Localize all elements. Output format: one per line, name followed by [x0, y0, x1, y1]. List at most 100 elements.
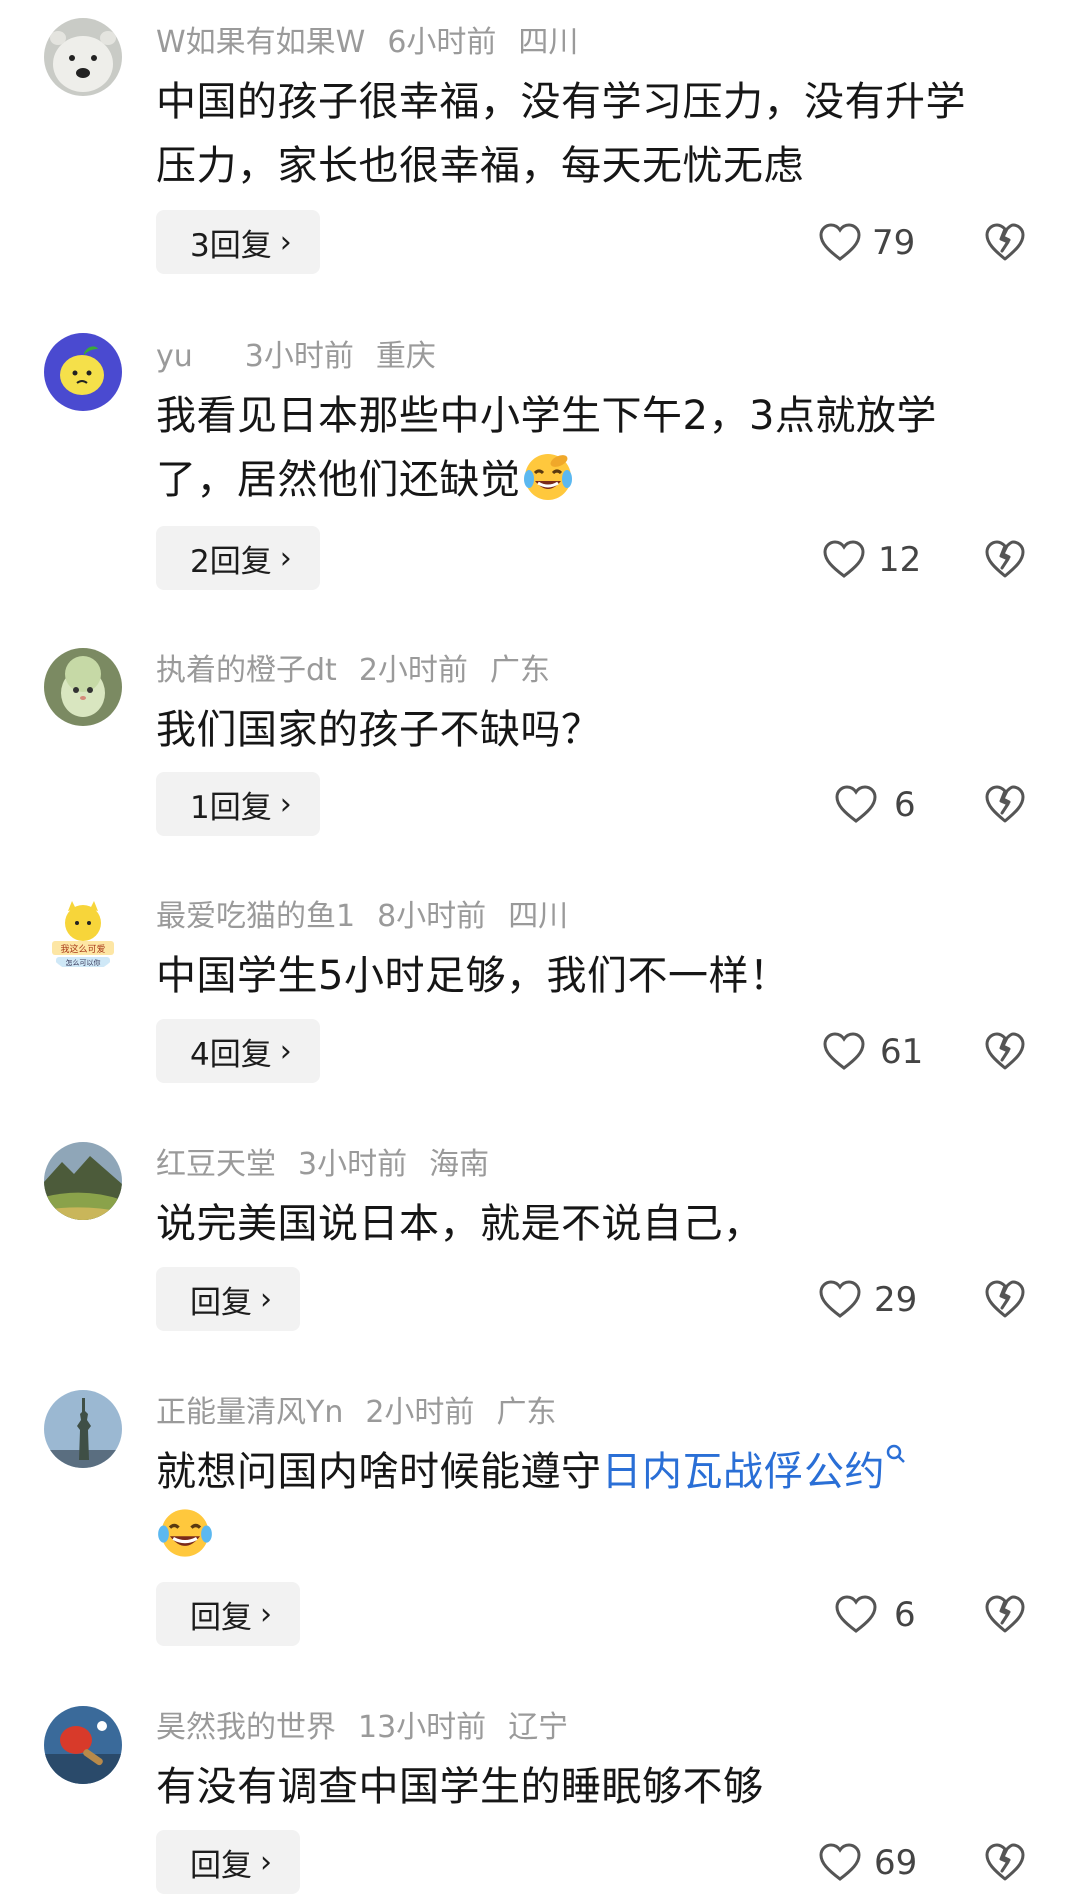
- like-count: 6: [894, 785, 916, 825]
- comment-meta: 正能量清风Yn 2小时前 广东: [156, 1398, 578, 1428]
- replies-button[interactable]: 回复 ›: [156, 1582, 300, 1646]
- replies-label: 2回复: [190, 543, 272, 580]
- chevron-right-icon: ›: [279, 1033, 292, 1069]
- comment-line: 压力，家长也很幸福，每天无忧无虑: [156, 143, 804, 189]
- username[interactable]: 昊然我的世界: [156, 1710, 336, 1745]
- username[interactable]: 最爱吃猫的鱼1: [156, 899, 355, 934]
- replies-label: 回复: [190, 1599, 252, 1636]
- heart-icon[interactable]: [818, 1842, 862, 1882]
- replies-label: 回复: [190, 1284, 252, 1321]
- comment-location: 四川: [518, 25, 579, 60]
- comment-location: 广东: [496, 1395, 557, 1430]
- comment-text: 我们国家的孩子不缺吗？: [156, 698, 1056, 762]
- comment-line: 就想问国内啥时候能遵守日内瓦战俘公约: [156, 1440, 1056, 1504]
- replies-button[interactable]: 1回复 ›: [156, 772, 320, 836]
- like-count: 69: [874, 1843, 918, 1883]
- replies-label: 4回复: [190, 1036, 272, 1073]
- replies-label: 1回复: [190, 789, 272, 826]
- comment-location: 重庆: [375, 339, 436, 374]
- username[interactable]: W如果有如果W: [156, 25, 365, 60]
- dislike-broken-heart-icon[interactable]: [984, 1031, 1026, 1071]
- like-count: 12: [878, 540, 922, 580]
- avatar-sticker-text: 我这么可爱: [60, 943, 105, 955]
- like-count: 61: [880, 1032, 924, 1072]
- comment-meta: 昊然我的世界 13小时前 辽宁: [156, 1713, 590, 1743]
- chevron-right-icon: ›: [260, 1844, 272, 1880]
- laughing-tears-emoji-icon: [158, 1509, 212, 1557]
- comment-time: 8小时前: [377, 899, 487, 934]
- comment-line-text: 就想问国内啥时候能遵守: [156, 1449, 602, 1495]
- like-count: 79: [872, 223, 916, 263]
- comment-text: 中国的孩子很幸福，没有学习压力，没有升学 压力，家长也很幸福，每天无忧无虑: [156, 70, 1056, 198]
- avatar[interactable]: [44, 333, 122, 411]
- comment-line: 有没有调查中国学生的睡眠够不够: [156, 1764, 764, 1810]
- heart-icon[interactable]: [822, 539, 866, 579]
- comment-time: 3小时前: [244, 339, 354, 374]
- dislike-broken-heart-icon[interactable]: [984, 1279, 1026, 1319]
- username[interactable]: 红豆天堂: [156, 1147, 276, 1182]
- like-count: 6: [894, 1595, 916, 1635]
- comment-text: 有没有调查中国学生的睡眠够不够: [156, 1755, 1056, 1819]
- comment-meta: yu 3小时前 重庆: [156, 342, 458, 372]
- like-count: 29: [874, 1280, 918, 1320]
- comment-meta: W如果有如果W 6小时前 四川: [156, 28, 600, 58]
- search-link[interactable]: 日内瓦战俘公约: [602, 1449, 886, 1495]
- comment-line: 中国学生5小时足够，我们不一样！: [156, 953, 790, 999]
- comment-line: 说完美国说日本，就是不说自己，: [156, 1201, 764, 1247]
- dislike-broken-heart-icon[interactable]: [984, 222, 1026, 262]
- comment-line: [156, 1504, 1056, 1571]
- username[interactable]: 正能量清风Yn: [156, 1395, 343, 1430]
- avatar[interactable]: [44, 1706, 122, 1784]
- dislike-broken-heart-icon[interactable]: [984, 539, 1026, 579]
- comment-location: 海南: [429, 1147, 490, 1182]
- replies-button[interactable]: 2回复 ›: [156, 526, 320, 590]
- avatar[interactable]: [44, 648, 122, 726]
- replies-button[interactable]: 3回复 ›: [156, 210, 320, 274]
- comment-text: 说完美国说日本，就是不说自己，: [156, 1192, 1056, 1256]
- avatar[interactable]: [44, 1142, 122, 1220]
- comment-line: 我看见日本那些中小学生下午2，3点就放学: [156, 393, 937, 439]
- replies-label: 回复: [190, 1847, 252, 1884]
- chevron-right-icon: ›: [260, 1596, 272, 1632]
- chevron-right-icon: ›: [279, 786, 292, 822]
- replies-label: 3回复: [190, 227, 272, 264]
- replies-button[interactable]: 4回复 ›: [156, 1019, 320, 1083]
- heart-icon[interactable]: [834, 1594, 878, 1634]
- heart-icon[interactable]: [834, 784, 878, 824]
- search-icon[interactable]: [885, 1443, 907, 1473]
- comment-location: 辽宁: [508, 1710, 569, 1745]
- comment-time: 6小时前: [387, 25, 497, 60]
- dislike-broken-heart-icon[interactable]: [984, 1842, 1026, 1882]
- comment-text: 中国学生5小时足够，我们不一样！: [156, 944, 1056, 1008]
- comment-line: 中国的孩子很幸福，没有学习压力，没有升学: [156, 79, 966, 125]
- heart-icon[interactable]: [818, 1279, 862, 1319]
- comment-line: 了，居然他们还缺觉: [156, 448, 1056, 512]
- comment-meta: 执着的橙子dt 2小时前 广东: [156, 656, 572, 686]
- replies-button[interactable]: 回复 ›: [156, 1267, 300, 1331]
- comment-text: 就想问国内啥时候能遵守日内瓦战俘公约: [156, 1440, 1056, 1571]
- heart-icon[interactable]: [818, 222, 862, 262]
- comment-meta: 红豆天堂 3小时前 海南: [156, 1150, 511, 1180]
- comment-location: 广东: [489, 653, 550, 688]
- comment-location: 四川: [508, 899, 569, 934]
- crying-laughing-emoji-icon: [523, 454, 572, 500]
- avatar-sticker-text: 怎么可以你: [66, 958, 101, 967]
- replies-button[interactable]: 回复 ›: [156, 1830, 300, 1894]
- username[interactable]: yu: [156, 339, 193, 374]
- comment-line: 我们国家的孩子不缺吗？: [156, 707, 602, 753]
- comment-line-text: 了，居然他们还缺觉: [156, 457, 521, 503]
- comment-meta: 最爱吃猫的鱼1 8小时前 四川: [156, 902, 590, 932]
- avatar[interactable]: 我这么可爱 怎么可以你: [44, 895, 122, 973]
- comment-time: 3小时前: [298, 1147, 408, 1182]
- comment-time: 2小时前: [358, 653, 468, 688]
- chevron-right-icon: ›: [260, 1281, 272, 1317]
- avatar[interactable]: [44, 18, 122, 96]
- avatar[interactable]: [44, 1390, 122, 1468]
- comment-time: 13小时前: [358, 1710, 487, 1745]
- dislike-broken-heart-icon[interactable]: [984, 784, 1026, 824]
- username[interactable]: 执着的橙子dt: [156, 653, 337, 688]
- heart-icon[interactable]: [822, 1031, 866, 1071]
- comment-text: 我看见日本那些中小学生下午2，3点就放学 了，居然他们还缺觉: [156, 384, 1056, 512]
- dislike-broken-heart-icon[interactable]: [984, 1594, 1026, 1634]
- comment-time: 2小时前: [365, 1395, 475, 1430]
